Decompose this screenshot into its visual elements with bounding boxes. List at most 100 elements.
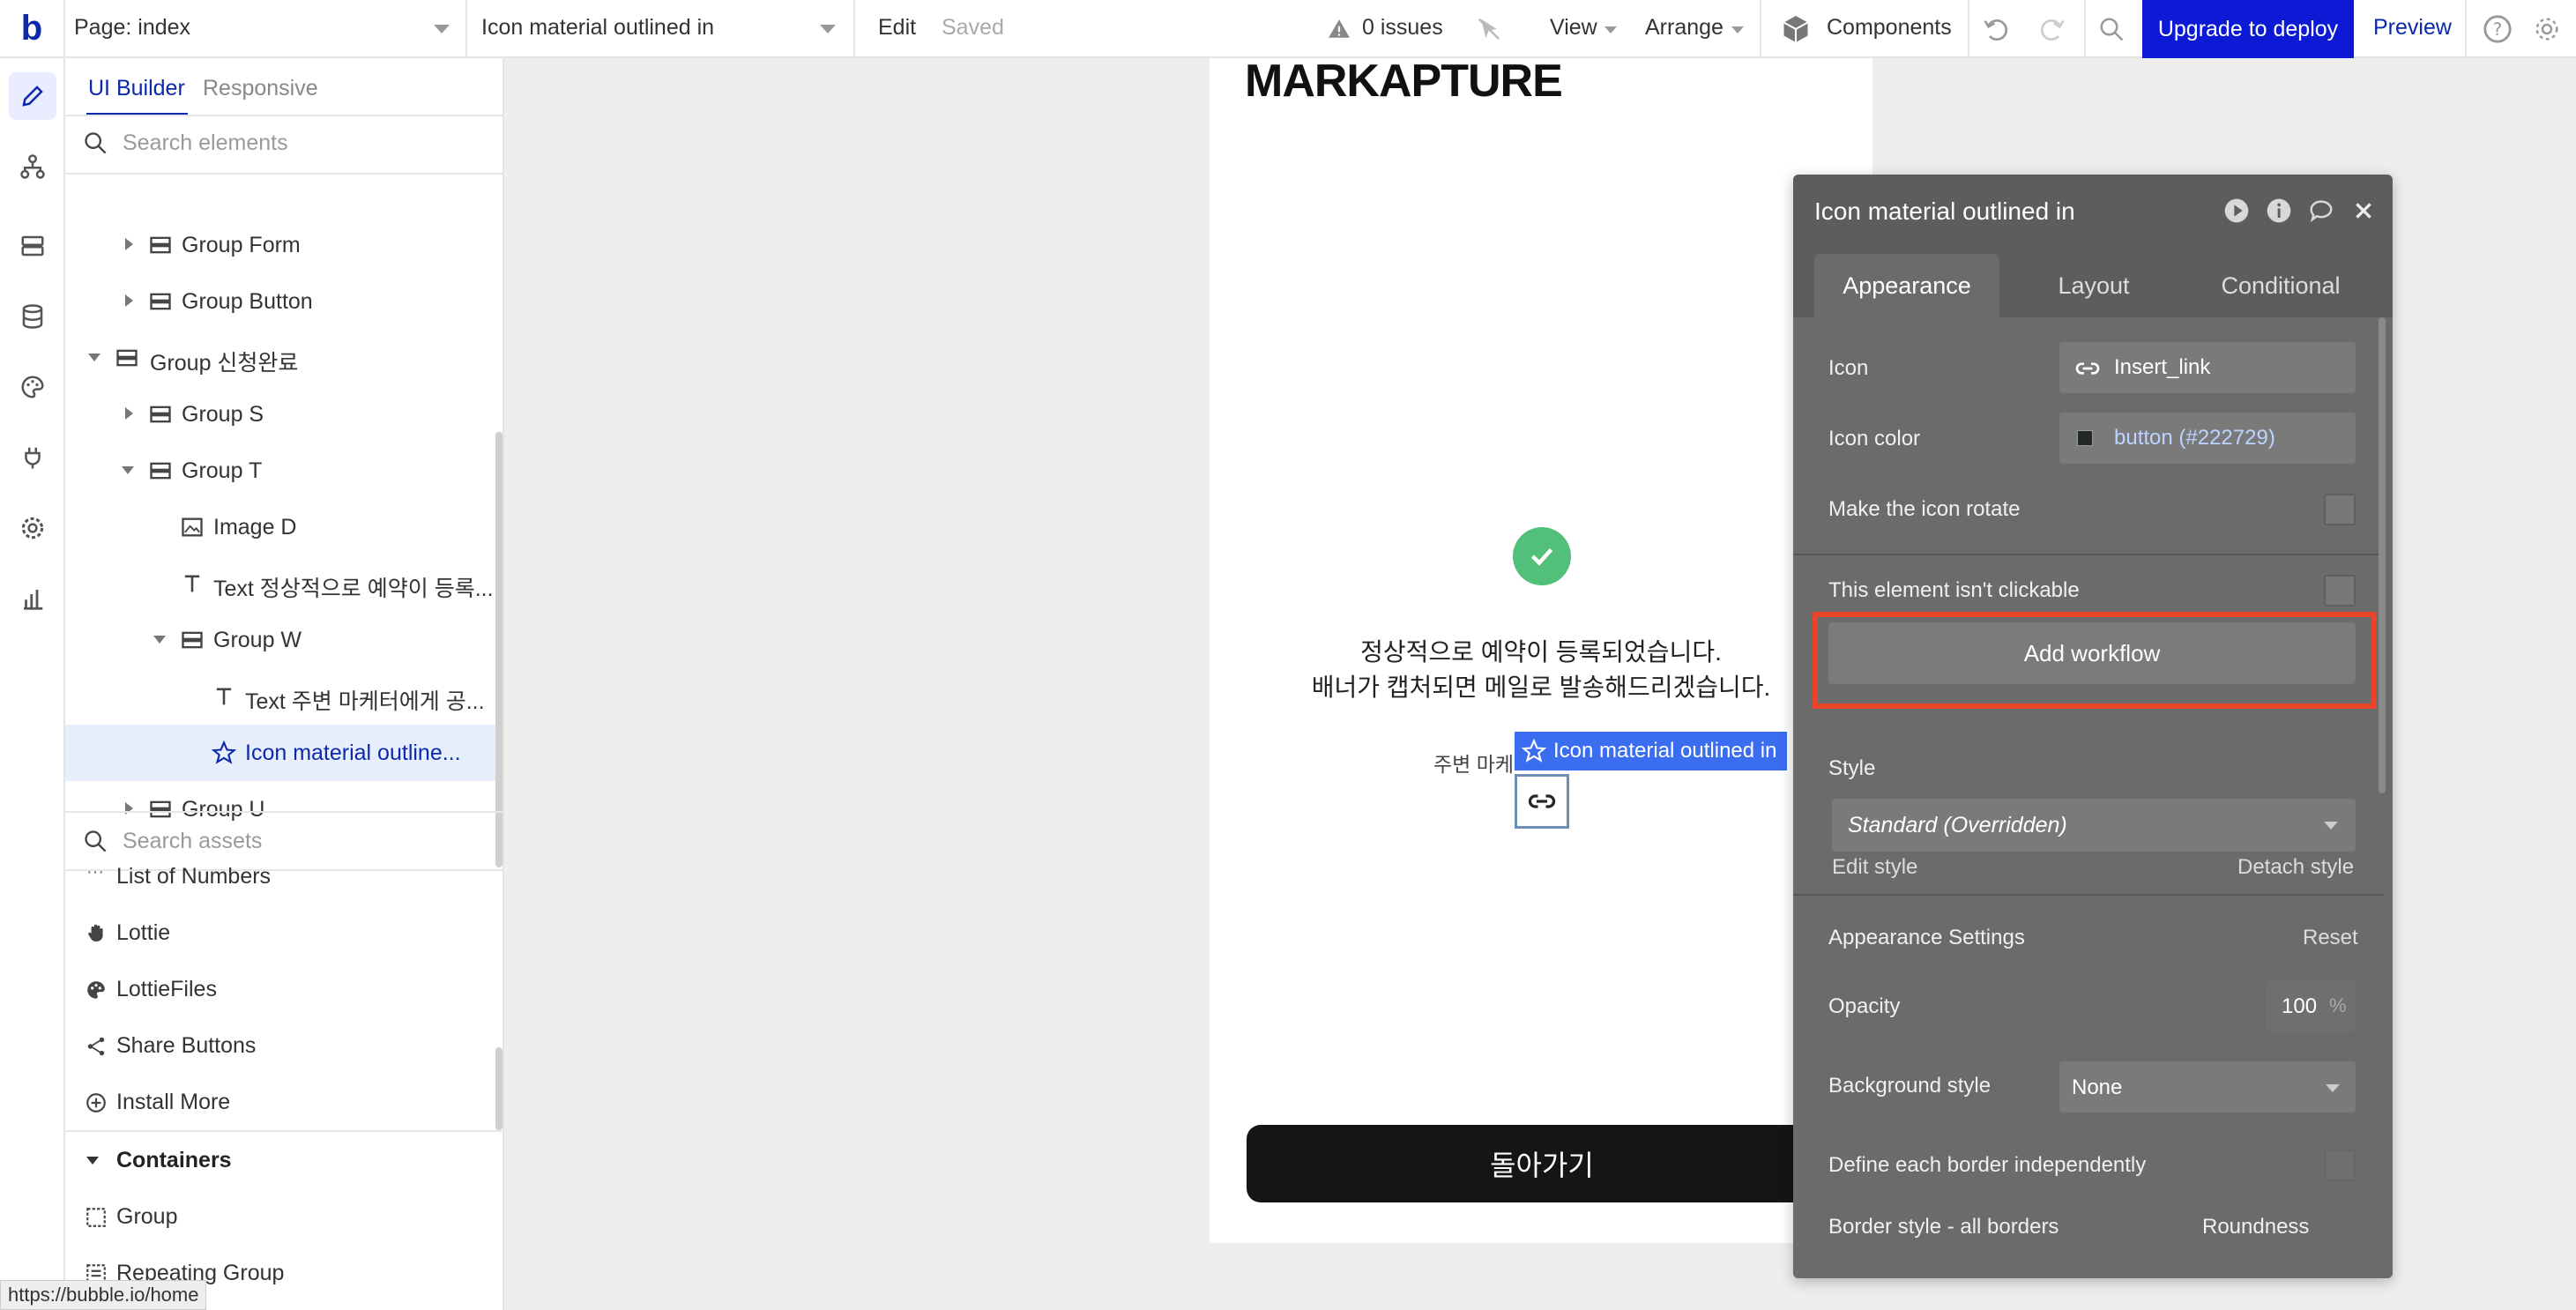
asset-lottie[interactable]: Lottie — [65, 906, 497, 959]
design-tab[interactable] — [9, 72, 56, 120]
palette-icon — [21, 376, 44, 398]
divider — [1793, 894, 2384, 896]
database-tab[interactable] — [9, 293, 56, 340]
cursor-off-icon[interactable] — [1470, 11, 1508, 48]
settings-icon[interactable] — [2528, 11, 2565, 48]
background-style-dropdown[interactable]: None — [2059, 1061, 2356, 1113]
play-icon[interactable] — [2222, 196, 2252, 226]
define-borders-checkbox[interactable] — [2324, 1150, 2356, 1181]
tree-item-label: Text 주변 마케터에게 공... — [245, 689, 485, 714]
expand-arrow-icon[interactable] — [125, 294, 133, 307]
tree-item-group-s[interactable]: Group S — [65, 386, 497, 443]
logs-tab[interactable] — [9, 575, 56, 622]
reset-link[interactable]: Reset — [2303, 926, 2358, 950]
redo-icon[interactable] — [2033, 11, 2070, 48]
not-clickable-label: This element isn't clickable — [1828, 578, 2080, 602]
chevron-down-icon[interactable] — [1731, 26, 1744, 33]
info-icon[interactable] — [2264, 196, 2294, 226]
background-style-value: None — [2072, 1076, 2123, 1099]
success-message-line1[interactable]: 정상적으로 예약이 등록되었습니다. — [1210, 633, 1872, 668]
components-button[interactable]: Components — [1827, 15, 1952, 41]
divider — [65, 173, 504, 175]
bubble-logo[interactable]: b — [11, 7, 53, 49]
share-text[interactable]: 주변 마케 — [1433, 748, 1514, 778]
comment-icon[interactable] — [2306, 196, 2336, 226]
tree-item-label: Image D — [213, 515, 297, 540]
link-icon-element[interactable] — [1515, 774, 1569, 829]
tree-item-group-w[interactable]: Group W — [65, 612, 497, 668]
warning-icon[interactable] — [1321, 11, 1358, 48]
tab-conditional[interactable]: Conditional — [2188, 254, 2373, 317]
tree-item-icon-material[interactable]: Icon material outline... — [65, 725, 497, 781]
issues-count[interactable]: 0 issues — [1362, 15, 1443, 41]
container-group[interactable]: Group — [65, 1190, 497, 1243]
group-icon — [182, 631, 203, 649]
arrange-menu[interactable]: Arrange — [1645, 15, 1724, 41]
workflow-tab[interactable] — [9, 143, 56, 190]
asset-label: Share Buttons — [116, 1033, 257, 1058]
settings-tab[interactable] — [9, 504, 56, 552]
collapse-arrow-icon[interactable] — [153, 636, 166, 644]
success-message-line2[interactable]: 배너가 캡처되면 메일로 발송해드리겠습니다. — [1210, 668, 1872, 703]
cube-icon[interactable] — [1777, 11, 1814, 48]
tree-item-group-button[interactable]: Group Button — [65, 273, 497, 330]
tree-item-image-d[interactable]: Image D — [65, 499, 497, 555]
data-tab[interactable] — [9, 222, 56, 270]
selected-element-label[interactable]: Icon material outlined in — [1515, 732, 1788, 770]
detach-style-link[interactable]: Detach style — [2237, 855, 2354, 880]
tree-item-group-complete[interactable]: Group 신청완료 — [65, 330, 497, 386]
rotate-checkbox[interactable] — [2324, 494, 2356, 525]
plugins-tab[interactable] — [9, 434, 56, 481]
search-elements[interactable]: Search elements — [65, 116, 504, 169]
search-icon[interactable] — [2093, 11, 2130, 48]
upgrade-to-deploy-button[interactable]: Upgrade to deploy — [2142, 0, 2354, 58]
chevron-down-icon[interactable] — [434, 25, 450, 33]
containers-header[interactable]: Containers — [65, 1134, 497, 1187]
tab-appearance[interactable]: Appearance — [1814, 254, 1999, 317]
brand-title[interactable]: MARKAPTURE — [1245, 55, 1563, 108]
icon-picker[interactable]: Insert_link — [2059, 342, 2356, 393]
back-button[interactable]: 돌아가기 — [1247, 1125, 1837, 1202]
editor-scrollbar[interactable] — [2379, 317, 2386, 793]
icon-color-value: button (#222729) — [2114, 426, 2275, 450]
edit-style-link[interactable]: Edit style — [1832, 855, 1917, 880]
style-dropdown[interactable]: Standard (Overridden) — [1832, 799, 2356, 852]
chevron-down-icon[interactable] — [820, 25, 836, 33]
expand-arrow-icon[interactable] — [125, 407, 133, 420]
element-selector[interactable]: Icon material outlined in — [481, 15, 714, 41]
collapse-arrow-icon[interactable] — [86, 1157, 99, 1165]
tree-item-group-t[interactable]: Group T — [65, 443, 497, 499]
asset-label: LottieFiles — [116, 977, 217, 1001]
styles-tab[interactable] — [9, 363, 56, 411]
help-icon[interactable]: ? — [2479, 11, 2516, 48]
divider — [2084, 0, 2086, 58]
view-menu[interactable]: View — [1550, 15, 1597, 41]
property-editor: Icon material outlined in Appearance Lay… — [1793, 175, 2393, 1278]
expand-arrow-icon[interactable] — [125, 238, 133, 250]
tab-ui-builder[interactable]: UI Builder — [88, 76, 185, 101]
asset-share-buttons[interactable]: Share Buttons — [65, 1019, 497, 1072]
icon-color-picker[interactable]: button (#222729) — [2059, 413, 2356, 464]
tree-item-text-registered[interactable]: Text 정상적으로 예약이 등록... — [65, 555, 497, 612]
asset-list-of-numbers[interactable]: ··· List of Numbers — [65, 859, 497, 896]
opacity-input[interactable]: 100 % — [2266, 980, 2356, 1031]
close-icon[interactable] — [2349, 196, 2379, 226]
edit-mode[interactable]: Edit — [878, 15, 916, 41]
collapse-arrow-icon[interactable] — [122, 466, 134, 474]
not-clickable-checkbox[interactable] — [2324, 575, 2356, 607]
undo-icon[interactable] — [1978, 11, 2015, 48]
tab-layout[interactable]: Layout — [2001, 254, 2186, 317]
chevron-down-icon[interactable] — [1604, 26, 1617, 33]
asset-lottiefiles[interactable]: LottieFiles — [65, 963, 497, 1016]
search-icon — [85, 830, 107, 852]
check-circle-icon[interactable] — [1513, 527, 1571, 585]
collapse-arrow-icon[interactable] — [88, 354, 101, 361]
tab-responsive[interactable]: Responsive — [203, 76, 318, 101]
page-selector[interactable]: Page: index — [74, 15, 190, 41]
tree-scrollbar[interactable] — [495, 432, 503, 867]
assets-scrollbar[interactable] — [495, 1047, 503, 1130]
tree-item-text-marketer[interactable]: Text 주변 마케터에게 공... — [65, 668, 497, 725]
tree-item-group-form[interactable]: Group Form — [65, 217, 497, 273]
preview-button[interactable]: Preview — [2373, 15, 2452, 41]
asset-install-more[interactable]: Install More — [65, 1076, 497, 1128]
